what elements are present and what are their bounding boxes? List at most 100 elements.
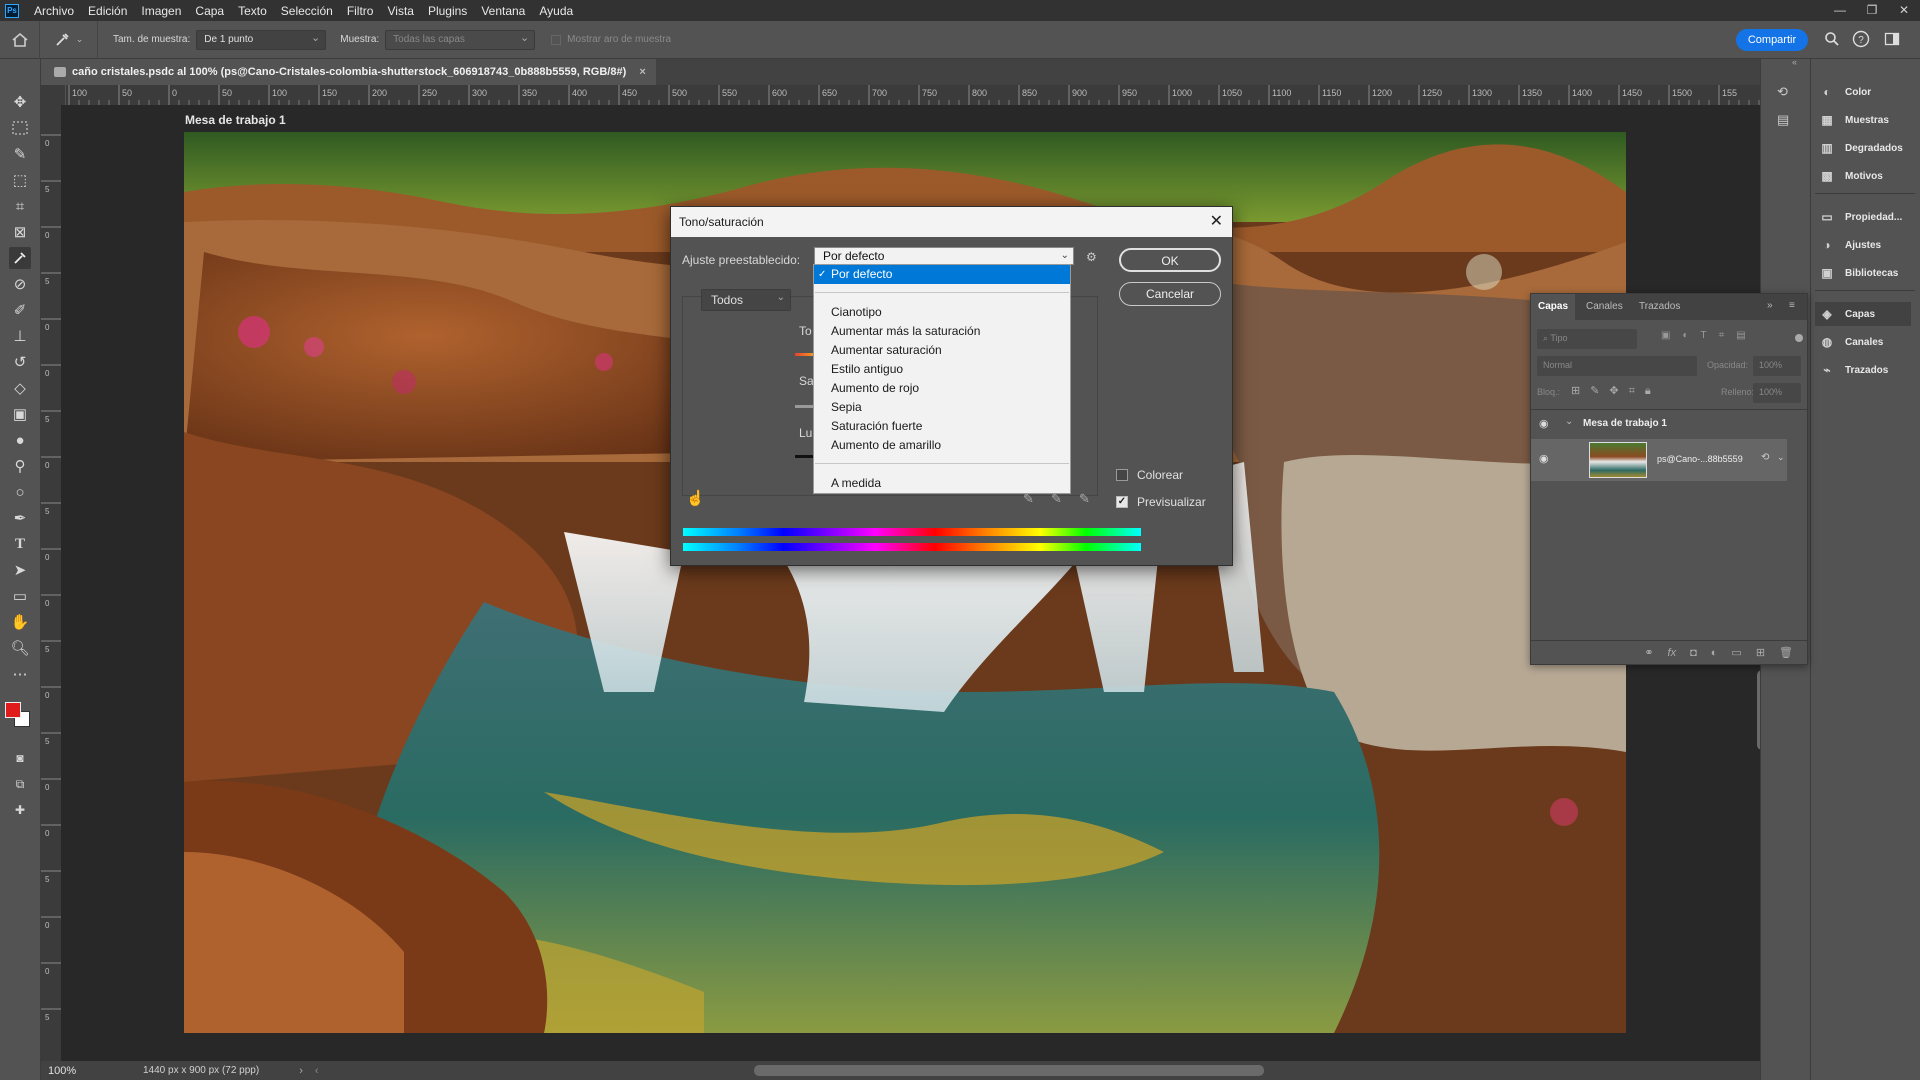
eyedropper-preset-icon[interactable]: ⌄	[40, 20, 98, 59]
object-selection-tool-icon[interactable]: ⬚	[9, 169, 31, 191]
filter-toggle-icon[interactable]	[1795, 334, 1803, 342]
search-icon[interactable]	[1824, 31, 1840, 47]
fx-icon[interactable]: fx	[1668, 647, 1677, 659]
preview-checkbox[interactable]: ✓	[1116, 496, 1128, 508]
type-tool-icon[interactable]: T	[9, 533, 31, 555]
panel-gradients[interactable]: ▥ Degradados	[1819, 136, 1902, 160]
menu-ayuda[interactable]: Ayuda	[532, 4, 580, 18]
saturation-slider-track[interactable]	[795, 405, 815, 408]
panel-color[interactable]: ◐ Color	[1819, 80, 1871, 104]
minimize-icon[interactable]: —	[1824, 0, 1856, 21]
preset-settings-gear-icon[interactable]: ⚙︎	[1086, 250, 1097, 264]
healing-brush-tool-icon[interactable]: ⊘	[9, 273, 31, 295]
targeted-adjustment-hand-icon[interactable]: ☝	[686, 489, 705, 507]
panel-collapse-icon[interactable]: »	[1767, 300, 1773, 311]
lock-icons[interactable]: ⊞✎✥⌗🔒︎	[1571, 384, 1661, 398]
help-icon[interactable]: ?	[1852, 30, 1870, 48]
screen-mode-icon[interactable]: ⧉	[9, 773, 31, 795]
status-menu-chevron-icon[interactable]: ›	[299, 1065, 303, 1077]
cancel-button[interactable]: Cancelar	[1119, 282, 1221, 306]
panel-libraries[interactable]: ▣ Bibliotecas	[1819, 261, 1898, 285]
history-brush-tool-icon[interactable]: ↺	[9, 351, 31, 373]
path-selection-tool-icon[interactable]: ➤	[9, 559, 31, 581]
blur-tool-icon[interactable]: ●	[9, 429, 31, 451]
show-ring-checkbox[interactable]	[551, 34, 562, 45]
home-icon[interactable]	[0, 20, 40, 59]
panel-menu-icon[interactable]: ≡	[1789, 300, 1795, 311]
menu-vista[interactable]: Vista	[380, 4, 420, 18]
crop-tool-icon[interactable]: ⌗	[9, 195, 31, 217]
fill-input[interactable]: 100%	[1753, 383, 1801, 403]
preset-option[interactable]: Sepia	[814, 398, 1070, 417]
smart-object-link-icon[interactable]: ⟲	[1761, 452, 1769, 463]
channel-select[interactable]: Todos ⌄	[701, 289, 791, 311]
share-button[interactable]: Compartir	[1736, 29, 1808, 51]
delete-layer-icon[interactable]: 🗑︎	[1779, 646, 1793, 659]
eyedropper-minus-icon[interactable]: ✎	[1079, 491, 1090, 507]
panel-adjustments[interactable]: ◑ Ajustes	[1819, 233, 1881, 257]
quick-selection-tool-icon[interactable]: ✎	[9, 143, 31, 165]
zoom-level[interactable]: 100%	[41, 1065, 85, 1077]
dodge-tool-icon[interactable]: ⚲	[9, 455, 31, 477]
preset-option[interactable]: Estilo antiguo	[814, 360, 1070, 379]
eraser-tool-icon[interactable]: ◇	[9, 377, 31, 399]
menu-edicion[interactable]: Edición	[81, 4, 134, 18]
dialog-close-icon[interactable]: ✕	[1210, 207, 1223, 237]
eyedropper-tool-icon[interactable]	[9, 247, 31, 269]
menu-filtro[interactable]: Filtro	[340, 4, 381, 18]
new-layer-icon[interactable]: ⊞	[1756, 646, 1765, 659]
scroll-left-icon[interactable]: ‹	[315, 1065, 319, 1077]
menu-ventana[interactable]: Ventana	[474, 4, 532, 18]
panel-paths[interactable]: ⌁ Trazados	[1819, 358, 1888, 382]
pen-tool-icon[interactable]: ✒	[9, 507, 31, 529]
hand-tool-icon[interactable]: ✋	[9, 611, 31, 633]
blend-mode-select[interactable]: Normal	[1537, 356, 1697, 376]
artboard-label[interactable]: Mesa de trabajo 1	[185, 113, 286, 127]
menu-texto[interactable]: Texto	[231, 4, 274, 18]
collapse-panels-icon[interactable]: «	[1792, 57, 1797, 67]
quick-mask-icon[interactable]: ◙	[9, 747, 31, 769]
panel-patterns[interactable]: ▩ Motivos	[1819, 164, 1882, 188]
preset-option[interactable]: Aumento de amarillo	[814, 436, 1070, 455]
close-tab-icon[interactable]: ×	[639, 66, 645, 78]
preset-select[interactable]: Por defecto ⌄	[814, 247, 1074, 265]
zoom-sample-icon[interactable]: ○	[9, 481, 31, 503]
new-group-icon[interactable]: ▭	[1731, 646, 1741, 659]
layer-options-chevron-icon[interactable]: ⌄	[1777, 452, 1785, 463]
horizontal-scrollbar-thumb[interactable]	[753, 1065, 1264, 1076]
panel-channels[interactable]: ◍ Canales	[1819, 330, 1884, 354]
panel-swatches[interactable]: ▦ Muestras	[1819, 108, 1889, 132]
preset-option[interactable]: Saturación fuerte	[814, 417, 1070, 436]
tab-channels[interactable]: Canales	[1579, 294, 1630, 320]
preset-option-selected[interactable]: ✓ Por defecto	[814, 265, 1070, 284]
layer-row[interactable]: ◉ ps@Cano-...88b5559 ⟲ ⌄	[1531, 439, 1787, 481]
panel-properties[interactable]: ▭ Propiedad...	[1819, 205, 1902, 229]
more-tools-icon[interactable]: ⋯	[9, 663, 31, 685]
brush-tool-icon[interactable]: ✐	[9, 299, 31, 321]
preset-option[interactable]: Aumento de rojo	[814, 379, 1070, 398]
preset-option[interactable]: Aumentar más la saturación	[814, 322, 1070, 341]
preset-option[interactable]: Cianotipo	[814, 303, 1070, 322]
visibility-eye-icon[interactable]: ◉	[1539, 452, 1549, 465]
sample-select[interactable]: Todas las capas	[385, 29, 536, 50]
rectangle-tool-icon[interactable]: ▭	[9, 585, 31, 607]
document-tab[interactable]: caño cristales.psdc al 100% (ps@Cano-Cri…	[46, 59, 656, 85]
menu-capa[interactable]: Capa	[188, 4, 231, 18]
menu-archivo[interactable]: Archivo	[27, 4, 81, 18]
expand-artboard-chevron-icon[interactable]: ⌄	[1565, 416, 1573, 427]
menu-imagen[interactable]: Imagen	[134, 4, 188, 18]
hue-slider-track[interactable]	[795, 353, 815, 356]
workspace-icon[interactable]	[1884, 31, 1900, 47]
visibility-eye-icon[interactable]: ◉	[1539, 417, 1549, 430]
menu-plugins[interactable]: Plugins	[421, 4, 474, 18]
marquee-tool-icon[interactable]	[9, 117, 31, 139]
restore-icon[interactable]: ❐	[1856, 0, 1888, 21]
edit-toolbar-icon[interactable]: ✚	[9, 799, 31, 821]
adjustment-layer-icon[interactable]: ◐	[1711, 647, 1718, 659]
foreground-color-swatch[interactable]	[5, 702, 21, 718]
lightness-slider-track[interactable]	[795, 455, 815, 458]
tab-layers[interactable]: Capas	[1531, 294, 1576, 320]
tab-paths[interactable]: Trazados	[1632, 294, 1687, 320]
zoom-tool-icon[interactable]: 🔍︎	[9, 637, 31, 659]
frame-tool-icon[interactable]: ⊠	[9, 221, 31, 243]
